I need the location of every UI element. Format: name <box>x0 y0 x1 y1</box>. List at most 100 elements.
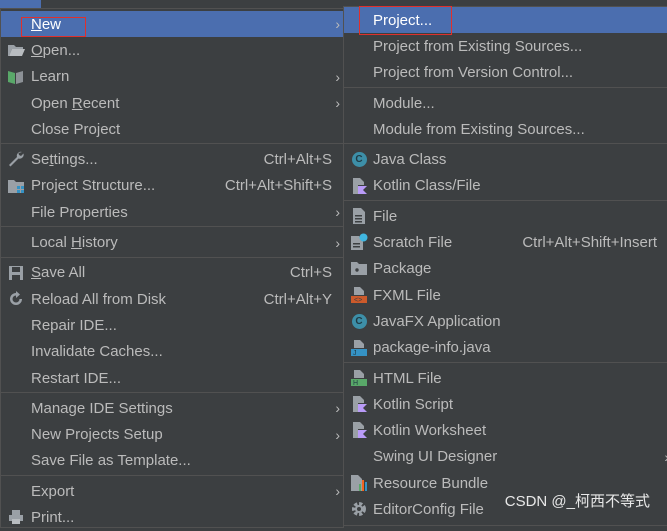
chevron-right-icon: › <box>335 400 340 417</box>
menu-item-project-structure[interactable]: Project Structure... Ctrl+Alt+Shift+S <box>1 173 343 199</box>
menu-item-label: File Properties <box>31 203 128 221</box>
menu-item-package-info-java[interactable]: Jpackage-info.java <box>344 335 667 361</box>
book-icon <box>7 68 25 86</box>
menu-item-open[interactable]: Open... <box>1 37 343 63</box>
chevron-right-icon: › <box>335 426 340 443</box>
menu-item-label: FXML File <box>373 286 441 304</box>
highlight-box-new <box>21 17 86 37</box>
menu-item-label: Repair IDE... <box>31 316 117 334</box>
chevron-right-icon: › <box>335 483 340 500</box>
menu-item-label: Save File as Template... <box>31 452 191 470</box>
menu-bar-file-tab[interactable] <box>0 0 41 8</box>
menu-item-restart-ide[interactable]: Restart IDE... <box>1 365 343 391</box>
menu-item-label: Module from Existing Sources... <box>373 120 585 138</box>
menu-item-kotlin-script[interactable]: Kotlin Script <box>344 391 667 417</box>
chevron-right-icon: › <box>335 16 340 33</box>
chevron-right-icon: › <box>335 68 340 85</box>
kotlin-file-icon <box>350 421 368 439</box>
shortcut-label: Ctrl+Alt+Shift+S <box>224 177 332 195</box>
menu-item-label: Close Project <box>31 120 121 138</box>
menu-item-label: Resource Bundle <box>373 474 489 492</box>
menu-item-label: Scratch File <box>373 234 453 252</box>
fxml-file-icon: <> <box>350 286 368 304</box>
chevron-right-icon: › <box>335 234 340 251</box>
menu-item-javafx-application[interactable]: C JavaFX Application <box>344 308 667 334</box>
kotlin-file-icon <box>350 395 368 413</box>
menu-item-export[interactable]: Export › <box>1 478 343 504</box>
menu-item-kotlin-worksheet[interactable]: Kotlin Worksheet <box>344 417 667 443</box>
menu-item-manage-ide-settings[interactable]: Manage IDE Settings › <box>1 395 343 421</box>
menu-item-label: Kotlin Class/File <box>373 177 481 195</box>
menu-item-label: Export <box>31 482 75 500</box>
menu-item-file[interactable]: File <box>344 203 667 229</box>
menu-item-label: Java Class <box>373 151 447 169</box>
java-class-icon: C <box>350 150 368 168</box>
menu-item-project-from-version-control[interactable]: Project from Version Control... <box>344 60 667 86</box>
menu-item-label: Learn <box>31 68 70 86</box>
menu-item-label: Module... <box>373 94 435 112</box>
menu-item-file-properties[interactable]: File Properties › <box>1 199 343 225</box>
menu-item-label: Project from Existing Sources... <box>373 37 583 55</box>
menu-item-package[interactable]: Package <box>344 256 667 282</box>
menu-item-label: Print... <box>31 508 75 526</box>
menu-item-repair-ide[interactable]: Repair IDE... <box>1 312 343 338</box>
menu-item-project-from-existing-sources[interactable]: Project from Existing Sources... <box>344 33 667 59</box>
menu-item-label: Local History <box>31 234 118 252</box>
menu-item-save-file-as-template[interactable]: Save File as Template... <box>1 448 343 474</box>
menu-item-label: HTML File <box>373 369 442 387</box>
gear-icon <box>350 500 368 518</box>
menu-item-learn[interactable]: Learn › <box>1 64 343 90</box>
menu-item-label: File <box>373 207 398 225</box>
menu-item-label: Reload All from Disk <box>31 290 167 308</box>
menu-item-label: Manage IDE Settings <box>31 399 173 417</box>
menu-item-label: JavaFX Application <box>373 312 501 330</box>
menu-item-invalidate-caches[interactable]: Invalidate Caches... <box>1 339 343 365</box>
save-icon <box>7 264 25 282</box>
menu-item-label: Kotlin Script <box>373 395 454 413</box>
menu-item-local-history[interactable]: Local History › <box>1 229 343 255</box>
menu-item-label: package-info.java <box>373 339 491 357</box>
menu-item-print[interactable]: Print... <box>1 504 343 530</box>
menu-item-label: Kotlin Worksheet <box>373 422 487 440</box>
menu-item-label: Invalidate Caches... <box>31 343 163 361</box>
menu-item-label: Project Structure... <box>31 177 156 195</box>
new-submenu: Project... Project from Existing Sources.… <box>343 6 667 526</box>
menu-item-label: Open Recent <box>31 94 120 112</box>
print-icon <box>7 508 25 526</box>
highlight-box-project <box>359 6 452 35</box>
wrench-icon <box>7 150 25 168</box>
java-file-icon: J <box>350 339 368 357</box>
menu-item-close-project[interactable]: Close Project <box>1 116 343 142</box>
chevron-right-icon: › <box>335 95 340 112</box>
file-menu: New › Open... Learn › Open Recent › Close Proje… <box>0 8 344 528</box>
menu-item-reload-all-from-disk[interactable]: Reload All from Disk Ctrl+Alt+Y <box>1 286 343 312</box>
menu-item-module[interactable]: Module... <box>344 90 667 116</box>
watermark: CSDN @_柯西不等式 <box>504 493 650 510</box>
menu-item-label: Restart IDE... <box>31 369 122 387</box>
shortcut-label: Ctrl+S <box>289 264 332 282</box>
folder-open-icon <box>7 41 25 59</box>
scratch-file-icon <box>350 233 368 251</box>
svg-text:<>: <> <box>354 297 362 304</box>
menu-item-settings[interactable]: Settings... Ctrl+Alt+S <box>1 146 343 172</box>
shortcut-label: Ctrl+Alt+Y <box>263 290 332 308</box>
menu-item-fxml-file[interactable]: <> FXML File <box>344 282 667 308</box>
svg-text:H: H <box>353 380 358 387</box>
menu-item-swing-ui-designer[interactable]: Swing UI Designer› <box>344 444 667 470</box>
menu-item-label: New Projects Setup <box>31 426 163 444</box>
menu-item-save-all[interactable]: Save All Ctrl+S <box>1 260 343 286</box>
menu-item-label: Settings... <box>31 151 98 169</box>
chevron-right-icon: › <box>335 204 340 221</box>
menu-item-scratch-file[interactable]: Scratch File Ctrl+Alt+Shift+Insert <box>344 229 667 255</box>
menu-item-java-class[interactable]: C Java Class <box>344 146 667 172</box>
kotlin-file-icon <box>350 177 368 195</box>
svg-text:J: J <box>353 350 357 357</box>
menu-item-open-recent[interactable]: Open Recent › <box>1 90 343 116</box>
shortcut-label: Ctrl+Alt+S <box>263 151 332 169</box>
menu-item-module-from-existing-sources[interactable]: Module from Existing Sources... <box>344 116 667 142</box>
html-file-icon: H <box>350 369 368 387</box>
reload-icon <box>7 290 25 308</box>
menu-item-new-projects-setup[interactable]: New Projects Setup › <box>1 421 343 447</box>
menu-item-kotlin-class-file[interactable]: Kotlin Class/File <box>344 173 667 199</box>
menu-item-html-file[interactable]: H HTML File <box>344 365 667 391</box>
